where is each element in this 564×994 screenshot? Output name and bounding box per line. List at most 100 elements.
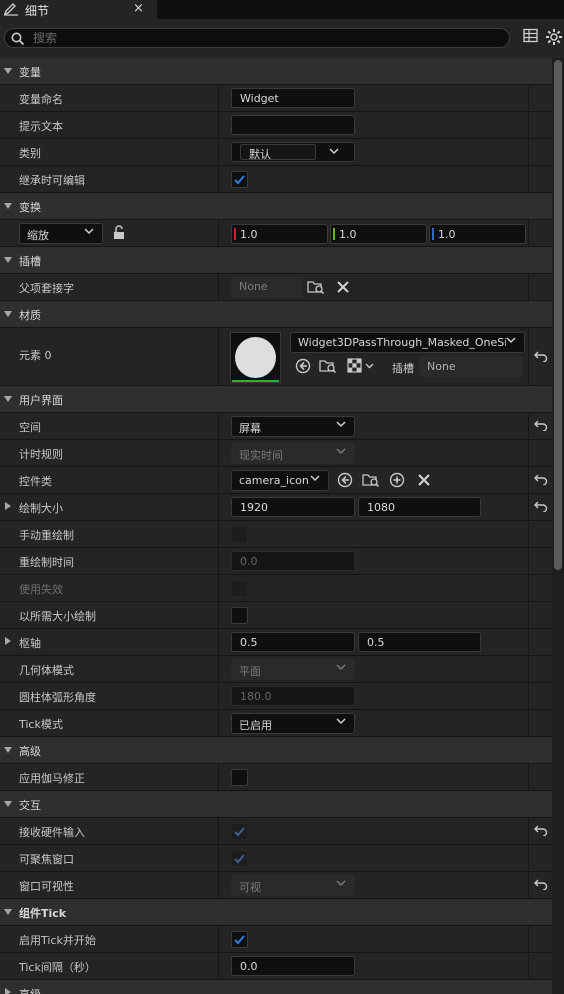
use-selected-icon[interactable]: [295, 358, 311, 377]
receive-hardware-input-checkbox[interactable]: [231, 823, 248, 840]
reset-to-default-icon[interactable]: [534, 500, 548, 515]
expand-arrow-icon[interactable]: [5, 502, 11, 510]
material-thumbnail[interactable]: [230, 332, 281, 383]
prop-tooltip: 提示文本: [0, 112, 552, 139]
reset-to-default-icon[interactable]: [534, 824, 548, 839]
start-with-tick-enabled-checkbox[interactable]: [231, 931, 248, 948]
pivot-x-field[interactable]: 0.5: [231, 632, 355, 652]
scale-x-field[interactable]: 1.0: [231, 224, 328, 244]
scrollbar-thumb[interactable]: [554, 60, 562, 570]
collapse-arrow-icon[interactable]: [4, 68, 12, 74]
pivot-y-field[interactable]: 0.5: [358, 632, 481, 652]
expand-arrow-icon[interactable]: [5, 988, 11, 994]
window-focusable-checkbox[interactable]: [231, 850, 248, 867]
geometry-mode-combo[interactable]: 平面: [231, 659, 355, 680]
lock-icon[interactable]: [112, 225, 126, 243]
tick-mode-combo[interactable]: 已启用: [231, 713, 355, 734]
tick-interval-field[interactable]: 0.0: [231, 956, 355, 976]
category-interaction[interactable]: 交互: [0, 791, 552, 818]
window-visibility-combo[interactable]: 可视: [231, 875, 355, 896]
collapse-arrow-icon[interactable]: [4, 801, 12, 807]
collapse-arrow-icon[interactable]: [4, 909, 12, 915]
reset-to-default-icon[interactable]: [534, 878, 548, 893]
chevron-down-icon: [336, 448, 346, 455]
browse-folder-icon[interactable]: [319, 358, 337, 377]
space-combo[interactable]: 屏幕: [231, 416, 355, 437]
reset-to-default-icon[interactable]: [534, 473, 548, 488]
category-label: 变量: [19, 66, 41, 79]
apply-gamma-correction-checkbox[interactable]: [231, 769, 248, 786]
category-advanced-tick[interactable]: 高级: [0, 980, 552, 994]
category-component-tick[interactable]: 组件Tick: [0, 899, 552, 926]
collapse-arrow-icon[interactable]: [4, 396, 12, 402]
prop-scale: 缩放 1.0 1.0 1.0: [0, 220, 552, 247]
chevron-down-icon: [336, 664, 346, 671]
chevron-down-icon: [329, 148, 339, 155]
draw-at-desired-size-checkbox[interactable]: [231, 607, 248, 624]
prop-label: 几何体模式: [19, 664, 74, 677]
chevron-down-icon: [336, 718, 346, 725]
draw-size-x-field[interactable]: 1920: [231, 497, 355, 517]
browse-folder-icon[interactable]: [362, 472, 380, 491]
scale-z-field[interactable]: 1.0: [429, 224, 526, 244]
widget-class-combo[interactable]: camera_icon: [231, 470, 329, 491]
prop-draw-size: 绘制大小 1920 1080: [0, 494, 552, 521]
gear-icon[interactable]: [545, 28, 563, 49]
scale-y-field[interactable]: 1.0: [330, 224, 427, 244]
checker-grid-icon[interactable]: [347, 358, 375, 377]
scale-mode-combo[interactable]: 缩放: [19, 223, 103, 244]
manual-redraw-checkbox[interactable]: [231, 526, 248, 543]
geometry-mode-value: 平面: [239, 665, 261, 678]
variable-name-field[interactable]: Widget: [231, 88, 355, 108]
checkmark-icon: [234, 935, 245, 945]
prop-label: 手动重绘制: [19, 529, 74, 542]
tick-mode-value: 已启用: [239, 719, 272, 732]
collapse-arrow-icon[interactable]: [4, 257, 12, 263]
category-combo[interactable]: 默认: [231, 142, 355, 162]
prop-label: Tick模式: [19, 718, 63, 731]
prop-label: 父项套接字: [19, 282, 74, 295]
category-label: 高级: [19, 745, 41, 758]
collapse-arrow-icon[interactable]: [4, 203, 12, 209]
vertical-scrollbar[interactable]: [552, 58, 564, 994]
expand-arrow-icon[interactable]: [5, 637, 11, 645]
search-input[interactable]: [33, 30, 493, 46]
category-advanced[interactable]: 高级: [0, 737, 552, 764]
editable-when-inherited-checkbox[interactable]: [231, 171, 248, 188]
browse-folder-icon[interactable]: [307, 279, 325, 298]
clear-icon[interactable]: [336, 280, 350, 297]
category-label: 组件Tick: [19, 907, 67, 920]
redraw-time-field[interactable]: 0.0: [231, 551, 355, 571]
material-slot-field[interactable]: None: [419, 356, 523, 377]
prop-label: 重绘制时间: [19, 556, 74, 569]
material-combo[interactable]: Widget3DPassThrough_Masked_OneSided: [290, 332, 525, 353]
use-invalidation-checkbox[interactable]: [231, 580, 248, 597]
table-view-icon[interactable]: [523, 28, 538, 46]
tooltip-field[interactable]: [231, 115, 355, 135]
timing-policy-combo[interactable]: 现实时间: [231, 443, 355, 464]
category-value[interactable]: 默认: [240, 144, 316, 161]
close-icon[interactable]: ×: [133, 1, 144, 16]
tab-details[interactable]: 细节 ×: [0, 0, 157, 19]
cylinder-arc-angle-field[interactable]: 180.0: [231, 686, 355, 706]
collapse-arrow-icon[interactable]: [4, 747, 12, 753]
reset-to-default-icon[interactable]: [534, 350, 548, 365]
category-slot[interactable]: 插槽: [0, 247, 552, 274]
chevron-down-icon: [506, 337, 516, 344]
parent-socket-field[interactable]: None: [231, 276, 303, 298]
prop-label: 圆柱体弧形角度: [19, 691, 96, 704]
search-box[interactable]: [4, 28, 510, 48]
category-material[interactable]: 材质: [0, 301, 552, 328]
reset-to-default-icon[interactable]: [534, 419, 548, 434]
draw-size-y-field[interactable]: 1080: [358, 497, 481, 517]
category-transform[interactable]: 变换: [0, 193, 552, 220]
clear-icon[interactable]: [417, 473, 431, 490]
category-user-interface[interactable]: 用户界面: [0, 386, 552, 413]
collapse-arrow-icon[interactable]: [4, 311, 12, 317]
use-selected-icon[interactable]: [337, 472, 353, 491]
prop-apply-gamma-correction: 应用伽马修正: [0, 764, 552, 791]
add-icon[interactable]: [389, 472, 405, 491]
category-variable[interactable]: 变量: [0, 58, 552, 85]
timing-policy-value: 现实时间: [239, 449, 283, 462]
prop-manual-redraw: 手动重绘制: [0, 521, 552, 548]
